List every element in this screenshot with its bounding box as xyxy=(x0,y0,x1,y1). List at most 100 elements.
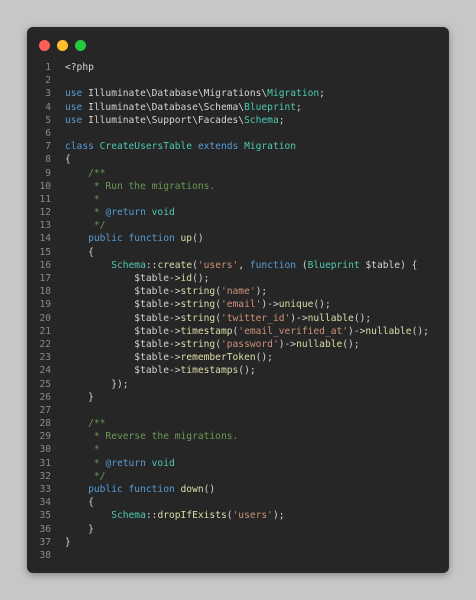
code-token: 'password' xyxy=(220,338,279,350)
code-line: 37} xyxy=(27,536,449,549)
line-number: 34 xyxy=(39,497,51,509)
code-token: }); xyxy=(65,378,129,390)
code-line: 36 } xyxy=(27,523,449,536)
code-token: <?php xyxy=(65,62,94,73)
line-number: 19 xyxy=(39,299,51,311)
code-token: @return xyxy=(105,457,152,469)
code-line: 18 $table->string('name'); xyxy=(27,285,449,298)
code-token: * Run the migrations. xyxy=(65,180,216,192)
code-token: -> xyxy=(168,286,181,298)
code-token: timestamp xyxy=(180,325,233,337)
line-number: 27 xyxy=(39,404,51,416)
line-number: 6 xyxy=(45,127,51,139)
code-token: Blueprint xyxy=(307,259,366,271)
minimize-window-icon[interactable] xyxy=(57,40,68,51)
code-token: string xyxy=(180,312,216,324)
line-number: 2 xyxy=(45,75,51,87)
code-token: $table xyxy=(65,325,169,337)
code-line: 5 use Illuminate\Support\Facades\Schema; xyxy=(27,114,449,127)
code-token: -> xyxy=(168,352,181,364)
code-token: -> xyxy=(168,299,181,311)
code-token: $table xyxy=(365,259,401,271)
line-number: 10 xyxy=(39,180,51,192)
code-token: $table xyxy=(65,312,169,324)
code-token: Migration xyxy=(244,141,297,153)
code-token: ; xyxy=(278,114,285,126)
line-number: 14 xyxy=(39,233,51,245)
code-line: 10 * Run the migrations. xyxy=(27,180,449,193)
line-number: 33 xyxy=(39,484,51,495)
line-number: 22 xyxy=(39,338,51,350)
code-token: /** xyxy=(65,418,106,430)
code-line: 25 }); xyxy=(27,378,449,391)
code-token: rememberToken xyxy=(180,352,256,364)
line-number: 26 xyxy=(39,391,51,403)
code-token: } xyxy=(65,536,71,548)
code-token: )-> xyxy=(261,299,279,311)
code-token: () xyxy=(203,484,216,495)
code-line: 9 /** xyxy=(27,167,449,180)
code-token: string xyxy=(180,286,216,298)
code-token: down xyxy=(180,484,204,495)
code-token: id xyxy=(180,273,193,284)
code-token: $table xyxy=(65,352,169,364)
code-token: * xyxy=(65,207,106,219)
code-line: 16 Schema::create('users', function (Blu… xyxy=(27,259,449,272)
code-token: } xyxy=(65,391,94,403)
code-token: ; xyxy=(296,101,302,113)
code-line: 27 xyxy=(27,404,449,417)
code-token: public function xyxy=(65,484,181,495)
line-number: 15 xyxy=(39,246,51,258)
line-number: 8 xyxy=(45,154,51,166)
code-token: string xyxy=(180,299,216,311)
code-token: string xyxy=(180,338,216,350)
line-number: 4 xyxy=(45,101,51,113)
code-line: 29 * Reverse the migrations. xyxy=(27,430,449,443)
code-token: -> xyxy=(168,325,181,337)
code-token: nullable xyxy=(296,338,343,350)
code-token: (); xyxy=(192,273,210,284)
code-token: dropIfExists xyxy=(157,510,227,522)
line-number: 21 xyxy=(39,325,51,337)
line-number: 17 xyxy=(39,273,51,284)
code-token: :: xyxy=(145,259,158,271)
code-token: class xyxy=(65,141,100,153)
code-token: extends xyxy=(197,141,245,153)
code-token: (); xyxy=(353,312,372,324)
code-token: Schema xyxy=(244,114,279,126)
code-line: 32 */ xyxy=(27,470,449,483)
code-token: $table xyxy=(65,365,169,377)
line-number: 18 xyxy=(39,286,51,298)
code-token: $table xyxy=(65,338,169,350)
code-token: () xyxy=(192,233,204,245)
code-token: CreateUsersTable xyxy=(99,141,198,153)
line-number: 35 xyxy=(39,510,51,522)
code-token: up xyxy=(180,233,193,245)
code-token: Migration xyxy=(267,88,320,100)
line-number: 7 xyxy=(45,141,51,153)
line-number: 12 xyxy=(39,207,51,219)
maximize-window-icon[interactable] xyxy=(75,40,86,51)
code-token: use xyxy=(65,114,89,126)
line-number: 28 xyxy=(39,418,51,430)
code-token: */ xyxy=(65,220,106,232)
code-editor[interactable]: 1 <?php 2 3 use Illuminate\Database\Migratio… xyxy=(27,61,449,562)
code-token: 'name' xyxy=(220,286,256,298)
code-line: 22 $table->string('password')->nullable(… xyxy=(27,338,449,351)
code-line: 33 public function down() xyxy=(27,483,449,496)
code-token: (); xyxy=(411,325,429,337)
code-line: 1 <?php xyxy=(27,61,449,74)
code-token: (); xyxy=(255,352,273,364)
code-token: nullable xyxy=(307,312,354,324)
code-token: use xyxy=(65,101,89,113)
line-number: 1 xyxy=(45,62,51,73)
code-token: Illuminate\Support\Facades\ xyxy=(88,114,245,126)
code-token: $table xyxy=(65,286,169,298)
code-line: 26 } xyxy=(27,391,449,404)
code-line: 20 $table->string('twitter_id')->nullabl… xyxy=(27,312,449,325)
code-line: 8{ xyxy=(27,153,449,166)
code-token: 'twitter_id' xyxy=(220,312,291,324)
close-window-icon[interactable] xyxy=(39,40,50,51)
line-number: 5 xyxy=(45,114,51,126)
line-number: 16 xyxy=(39,259,51,271)
